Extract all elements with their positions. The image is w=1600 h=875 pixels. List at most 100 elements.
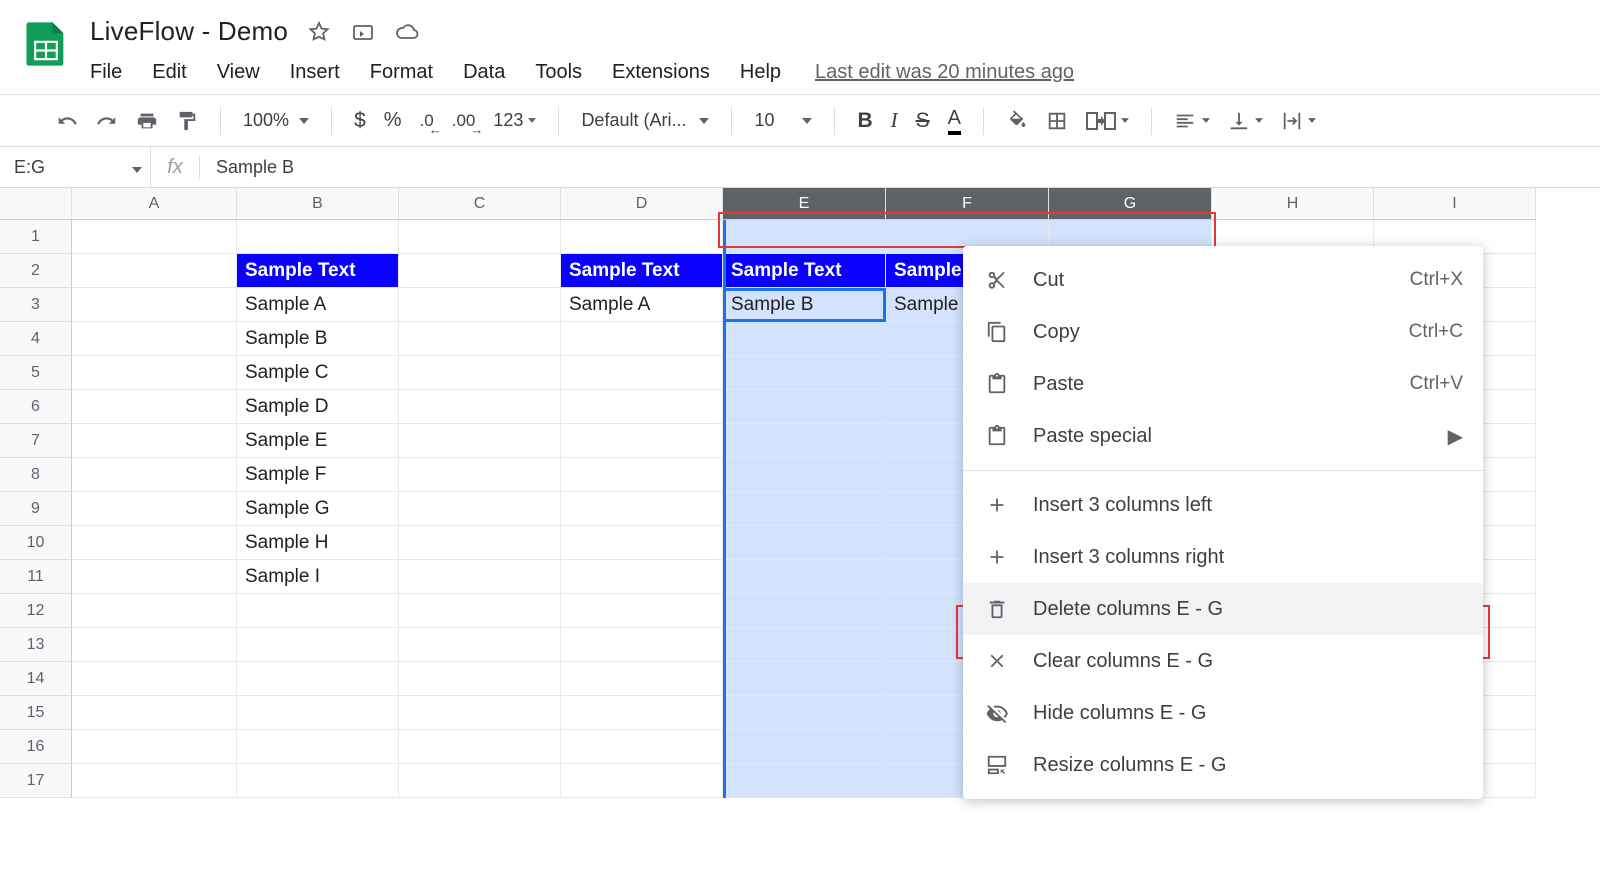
cell-E15[interactable] [723,696,886,730]
cell-D4[interactable] [561,322,723,356]
ctx-insert-3-columns-right[interactable]: Insert 3 columns right [963,531,1483,583]
ctx-cut[interactable]: CutCtrl+X [963,254,1483,306]
undo-button[interactable] [50,106,84,136]
cell-D8[interactable] [561,458,723,492]
row-header-2[interactable]: 2 [0,254,72,288]
cell-B6[interactable]: Sample D [237,390,399,424]
cell-B4[interactable]: Sample B [237,322,399,356]
bold-button[interactable]: B [851,105,878,137]
menu-insert[interactable]: Insert [290,61,340,84]
cell-D12[interactable] [561,594,723,628]
cell-E1[interactable] [723,220,886,254]
col-header-G[interactable]: G [1049,188,1212,220]
wrap-button[interactable] [1275,106,1322,136]
cell-B11[interactable]: Sample I [237,560,399,594]
fontsize-select[interactable]: 10 [748,106,818,135]
cell-E8[interactable] [723,458,886,492]
cell-C10[interactable] [399,526,561,560]
percent-button[interactable]: % [378,105,408,136]
star-icon[interactable] [306,19,332,45]
cell-A12[interactable] [72,594,237,628]
cell-D9[interactable] [561,492,723,526]
cell-B3[interactable]: Sample A [237,288,399,322]
cell-B5[interactable]: Sample C [237,356,399,390]
cell-B9[interactable]: Sample G [237,492,399,526]
cloud-icon[interactable] [394,19,420,45]
cell-E5[interactable] [723,356,886,390]
cell-A2[interactable] [72,254,237,288]
cell-D13[interactable] [561,628,723,662]
cell-C11[interactable] [399,560,561,594]
currency-button[interactable]: $ [348,105,372,137]
doc-title[interactable]: LiveFlow - Demo [90,16,288,47]
col-header-A[interactable]: A [72,188,237,220]
cell-E14[interactable] [723,662,886,696]
row-header-3[interactable]: 3 [0,288,72,322]
cell-B10[interactable]: Sample H [237,526,399,560]
cell-A6[interactable] [72,390,237,424]
cell-E3[interactable]: Sample B [723,288,886,322]
cell-D10[interactable] [561,526,723,560]
row-header-8[interactable]: 8 [0,458,72,492]
cell-C4[interactable] [399,322,561,356]
row-header-6[interactable]: 6 [0,390,72,424]
zoom-select[interactable]: 100% [237,106,315,135]
halign-button[interactable] [1168,106,1215,136]
cell-E6[interactable] [723,390,886,424]
cell-A9[interactable] [72,492,237,526]
col-header-F[interactable]: F [886,188,1049,220]
cell-D14[interactable] [561,662,723,696]
ctx-resize-columns-e-g[interactable]: Resize columns E - G [963,739,1483,791]
cell-D15[interactable] [561,696,723,730]
menu-file[interactable]: File [90,61,122,84]
cell-E9[interactable] [723,492,886,526]
name-box[interactable]: E:G [0,147,150,187]
select-all-corner[interactable] [0,188,72,220]
cell-C8[interactable] [399,458,561,492]
cell-A11[interactable] [72,560,237,594]
row-header-7[interactable]: 7 [0,424,72,458]
cell-B2[interactable]: Sample Text [237,254,399,288]
cell-C7[interactable] [399,424,561,458]
row-header-13[interactable]: 13 [0,628,72,662]
cell-B14[interactable] [237,662,399,696]
cell-A1[interactable] [72,220,237,254]
col-header-B[interactable]: B [237,188,399,220]
row-header-4[interactable]: 4 [0,322,72,356]
last-edit-link[interactable]: Last edit was 20 minutes ago [815,61,1074,84]
merge-button[interactable] [1080,106,1135,136]
strike-button[interactable]: S [910,105,936,137]
cell-D11[interactable] [561,560,723,594]
row-header-12[interactable]: 12 [0,594,72,628]
cell-E4[interactable] [723,322,886,356]
row-header-9[interactable]: 9 [0,492,72,526]
cell-A3[interactable] [72,288,237,322]
menu-edit[interactable]: Edit [152,61,186,84]
col-header-E[interactable]: E [723,188,886,220]
cell-C5[interactable] [399,356,561,390]
col-header-I[interactable]: I [1374,188,1536,220]
menu-help[interactable]: Help [740,61,781,84]
cell-A17[interactable] [72,764,237,798]
formula-bar[interactable]: Sample B [200,157,294,178]
ctx-copy[interactable]: CopyCtrl+C [963,306,1483,358]
cell-A14[interactable] [72,662,237,696]
cell-B13[interactable] [237,628,399,662]
row-header-17[interactable]: 17 [0,764,72,798]
col-header-H[interactable]: H [1212,188,1374,220]
menu-view[interactable]: View [217,61,260,84]
cell-A10[interactable] [72,526,237,560]
ctx-insert-3-columns-left[interactable]: Insert 3 columns left [963,479,1483,531]
row-header-10[interactable]: 10 [0,526,72,560]
cell-C1[interactable] [399,220,561,254]
cell-D3[interactable]: Sample A [561,288,723,322]
cell-E2[interactable]: Sample Text [723,254,886,288]
ctx-paste[interactable]: PasteCtrl+V [963,358,1483,410]
cell-C2[interactable] [399,254,561,288]
cell-E7[interactable] [723,424,886,458]
cell-E13[interactable] [723,628,886,662]
cell-E16[interactable] [723,730,886,764]
row-header-16[interactable]: 16 [0,730,72,764]
cell-C14[interactable] [399,662,561,696]
format-123-button[interactable]: 123 [487,106,542,135]
